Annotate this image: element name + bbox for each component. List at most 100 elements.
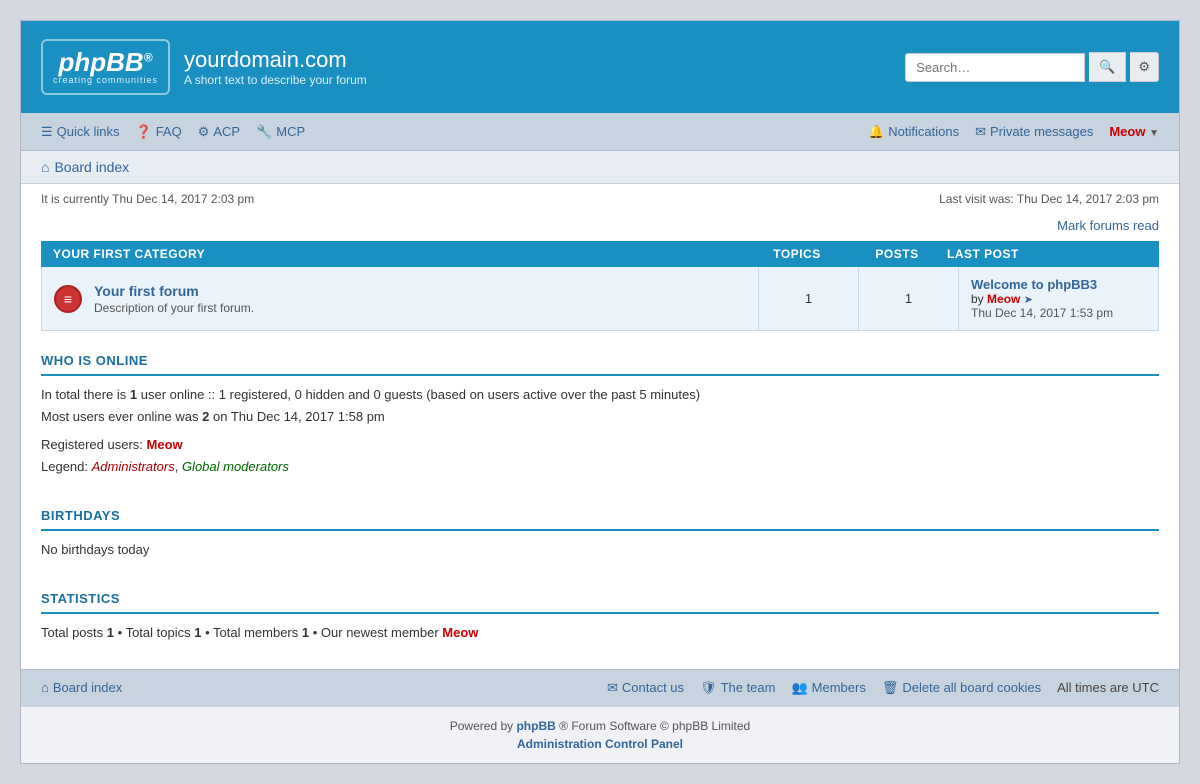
faq-link[interactable]: ❓ FAQ — [136, 124, 182, 140]
who-is-online-section: WHO IS ONLINE In total there is 1 user o… — [41, 347, 1159, 486]
newest-member-link[interactable]: Meow — [442, 625, 478, 640]
max-online-count: 2 — [202, 409, 209, 424]
footer-right: ✉ Contact us 🛡 The team 👥 Members 🗑 Dele… — [607, 680, 1159, 696]
forum-icon-symbol: ≡ — [64, 291, 72, 307]
total-posts-label: Total posts — [41, 625, 103, 640]
breadcrumb-bar: ⌂ Board index — [21, 151, 1179, 184]
acp-link[interactable]: ⚙ ACP — [198, 124, 240, 140]
current-time: It is currently Thu Dec 14, 2017 2:03 pm — [41, 192, 254, 206]
footer-board-index: ⌂ Board index — [41, 680, 122, 695]
powered-by-line: Powered by phpBB ® Forum Software © phpB… — [41, 719, 1159, 733]
delete-cookies-label: Delete all board cookies — [902, 680, 1041, 695]
footer-board-index-link[interactable]: ⌂ Board index — [41, 680, 122, 695]
search-button[interactable]: 🔍 — [1089, 52, 1126, 82]
site-header: phpBB® creating communities yourdomain.c… — [21, 21, 1179, 113]
last-post-author-line: by Meow ➤ — [971, 292, 1033, 306]
phpbb-rest: ® Forum Software © phpBB Limited — [559, 719, 750, 733]
last-post-time: Thu Dec 14, 2017 1:53 pm — [971, 306, 1113, 320]
contact-us-link[interactable]: ✉ Contact us — [607, 680, 684, 696]
search-input[interactable] — [905, 53, 1085, 82]
total-topics-label: Total topics — [126, 625, 191, 640]
total-members-label: Total members — [213, 625, 298, 640]
total-topics-val: 1 — [194, 625, 201, 640]
logo-text: phpBB® — [59, 49, 153, 75]
birthdays-content: No birthdays today — [41, 531, 1159, 569]
max-online-suffix: on Thu Dec 14, 2017 1:58 pm — [213, 409, 385, 424]
registered-label: Registered users: — [41, 437, 143, 452]
search-advanced-button[interactable]: ⚙ — [1130, 52, 1159, 82]
delete-cookies-link[interactable]: 🗑 Delete all board cookies — [882, 680, 1041, 696]
forum-section: YOUR FIRST CATEGORY TOPICS POSTS LAST PO… — [41, 241, 1159, 331]
statistics-content: Total posts 1 • Total topics 1 • Total m… — [41, 614, 1159, 652]
last-post-title-link[interactable]: Welcome to phpBB3 — [971, 277, 1097, 292]
breadcrumb-label: Board index — [54, 159, 129, 175]
site-title: yourdomain.com — [184, 47, 367, 73]
timezone-label: All times are — [1057, 680, 1129, 695]
statistics-section: STATISTICS Total posts 1 • Total topics … — [41, 585, 1159, 652]
birthdays-section: BIRTHDAYS No birthdays today — [41, 502, 1159, 569]
logo-sub: creating communities — [53, 75, 158, 85]
admin-panel-link[interactable]: Administration Control Panel — [517, 737, 683, 751]
birthdays-header: BIRTHDAYS — [41, 502, 1159, 531]
acp-label: ACP — [213, 124, 240, 139]
admin-panel-line: Administration Control Panel — [41, 737, 1159, 751]
last-post-user-link[interactable]: Meow — [987, 292, 1020, 306]
contact-icon: ✉ — [607, 680, 618, 696]
bottom-footer: Powered by phpBB ® Forum Software © phpB… — [21, 706, 1179, 763]
timezone-value: UTC — [1132, 680, 1159, 695]
last-visit: Last visit was: Thu Dec 14, 2017 2:03 pm — [939, 192, 1159, 206]
col-last-post: LAST POST — [947, 247, 1147, 261]
col-posts: POSTS — [847, 247, 947, 261]
phpbb-link[interactable]: phpBB — [516, 719, 555, 733]
home-icon: ⌂ — [41, 159, 49, 175]
who-is-online-content: In total there is 1 user online :: 1 reg… — [41, 376, 1159, 486]
total-members-val: 1 — [302, 625, 309, 640]
footer-nav: ⌂ Board index ✉ Contact us 🛡 The team 👥 … — [21, 669, 1179, 706]
members-label: Members — [812, 680, 866, 695]
view-post-icon[interactable]: ➤ — [1024, 294, 1033, 306]
legend-label: Legend: — [41, 459, 88, 474]
forum-description: Description of your first forum. — [94, 301, 254, 315]
footer-home-icon: ⌂ — [41, 680, 49, 695]
legend-admins: Administrators — [92, 459, 175, 474]
online-count: 1 — [130, 387, 137, 402]
who-is-online-title: WHO IS ONLINE — [41, 353, 148, 368]
mark-forums-row: Mark forums read — [21, 214, 1179, 241]
username-label: Meow — [1109, 124, 1145, 139]
registered-user-link[interactable]: Meow — [147, 437, 183, 452]
logo-area: phpBB® creating communities yourdomain.c… — [41, 39, 367, 95]
faq-icon: ❓ — [136, 124, 152, 140]
mark-forums-read-link[interactable]: Mark forums read — [1057, 218, 1159, 233]
breadcrumb-board-index[interactable]: ⌂ Board index — [41, 159, 1159, 175]
notifications-link[interactable]: 🔔 Notifications — [868, 124, 959, 140]
col-topics: TOPICS — [747, 247, 847, 261]
quick-links-button[interactable]: ☰ Quick links — [41, 124, 120, 140]
forum-title-link[interactable]: Your first forum — [94, 283, 254, 299]
envelope-icon: ✉ — [975, 124, 986, 140]
forum-last-post: Welcome to phpBB3 by Meow ➤ Thu Dec 14, … — [958, 267, 1158, 330]
navbar: ☰ Quick links ❓ FAQ ⚙ ACP 🔧 MCP 🔔 Notifi… — [21, 113, 1179, 151]
category-header: YOUR FIRST CATEGORY TOPICS POSTS LAST PO… — [41, 241, 1159, 267]
footer-board-index-label: Board index — [53, 680, 122, 695]
mcp-label: MCP — [276, 124, 305, 139]
user-menu-button[interactable]: Meow ▼ — [1109, 124, 1159, 139]
navbar-right: 🔔 Notifications ✉ Private messages Meow … — [868, 124, 1159, 140]
site-title-area: yourdomain.com A short text to describe … — [184, 47, 367, 87]
shield-icon: 🛡 — [700, 680, 717, 696]
the-team-link[interactable]: 🛡 The team — [700, 680, 775, 696]
the-team-label: The team — [721, 680, 776, 695]
members-icon: 👥 — [791, 680, 807, 696]
members-link[interactable]: 👥 Members — [791, 680, 865, 696]
notifications-label: Notifications — [888, 124, 959, 139]
forum-icon: ≡ — [54, 285, 82, 313]
date-bar: It is currently Thu Dec 14, 2017 2:03 pm… — [21, 184, 1179, 214]
online-line2: Most users ever online was 2 on Thu Dec … — [41, 406, 1159, 428]
category-name: YOUR FIRST CATEGORY — [53, 247, 747, 261]
private-messages-link[interactable]: ✉ Private messages — [975, 124, 1093, 140]
logo-box[interactable]: phpBB® creating communities — [41, 39, 170, 95]
hamburger-icon: ☰ — [41, 124, 53, 140]
statistics-title: STATISTICS — [41, 591, 120, 606]
trash-icon: 🗑 — [882, 680, 899, 696]
mcp-link[interactable]: 🔧 MCP — [256, 124, 305, 140]
dropdown-arrow-icon: ▼ — [1149, 128, 1159, 139]
